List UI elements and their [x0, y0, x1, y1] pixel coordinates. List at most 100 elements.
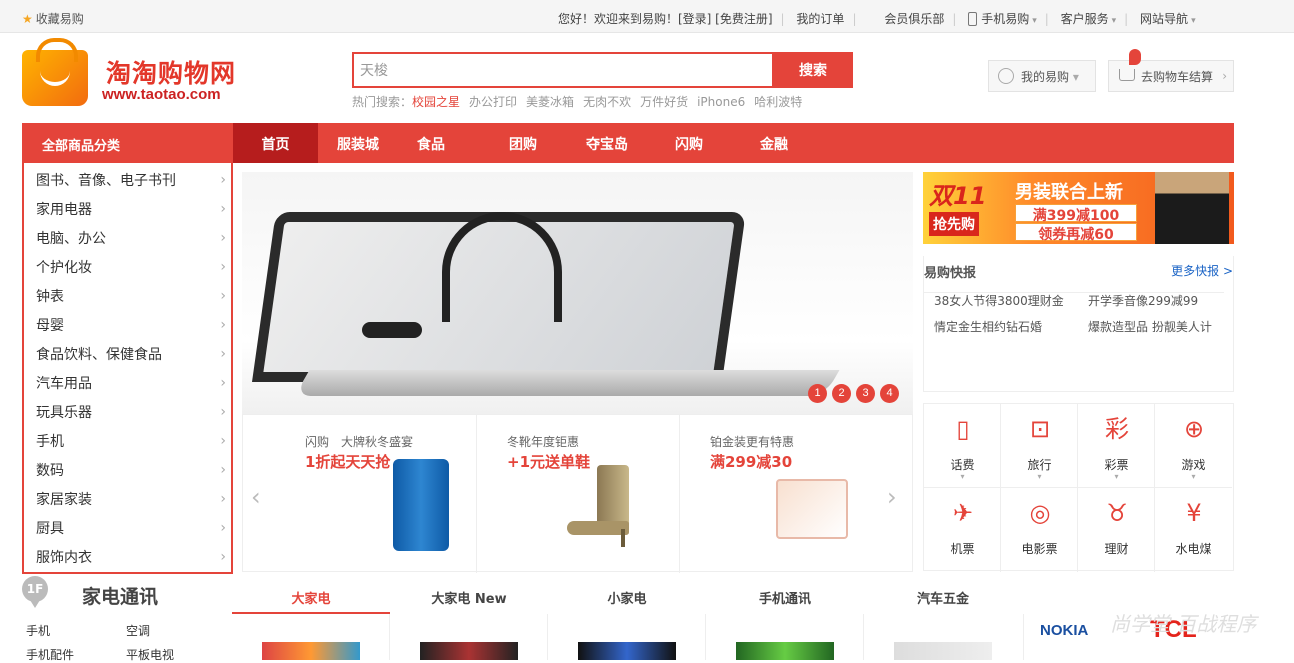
nav-item-flash-sale[interactable]: 闪购	[654, 123, 724, 163]
shopping-bag-icon	[22, 38, 88, 106]
floor-link[interactable]: 手机	[26, 622, 50, 639]
promo-card[interactable]: 铂金装更有特惠 满299减30	[680, 415, 914, 573]
more-news-link[interactable]: 更多快报 >	[1171, 262, 1233, 279]
mobile-phone-icon	[968, 12, 978, 26]
category-item[interactable]: 手机 ›	[36, 431, 226, 460]
category-item[interactable]: 钟表 ›	[36, 286, 226, 315]
floor-product[interactable]	[864, 614, 1024, 660]
hot-search-label: 热门搜索：	[352, 95, 413, 109]
chevron-down-icon: ▾	[1191, 16, 1196, 26]
tab-mobile[interactable]: 手机通讯	[706, 586, 864, 614]
nav-item-clothing[interactable]: 服装城	[318, 123, 398, 163]
customer-service-link[interactable]: 客户服务 ▾	[1061, 10, 1117, 27]
star-icon: ★	[22, 12, 33, 26]
nokia-logo[interactable]: NOKIA	[1040, 622, 1088, 639]
chevron-right-icon: ›	[220, 375, 226, 391]
promo-card[interactable]: 冬靴年度钜惠 +1元送单鞋	[477, 415, 680, 573]
news-item[interactable]: 38女人节得3800理财金	[934, 292, 1064, 309]
service-utilities[interactable]: ¥ 水电煤	[1155, 488, 1232, 572]
category-item[interactable]: 厨具 ›	[36, 518, 226, 547]
hot-search-link[interactable]: iPhone6	[697, 95, 745, 109]
category-item[interactable]: 玩具乐器 ›	[36, 402, 226, 431]
service-travel[interactable]: ⊡ 旅行 ▾	[1001, 404, 1078, 488]
mobile-link[interactable]: 手机易购 ▾	[968, 10, 1037, 27]
nav-item-food[interactable]: 食品	[398, 123, 464, 163]
tab-major-appliances-new[interactable]: 大家电 New	[390, 586, 548, 614]
promo-price: 满299减30	[710, 453, 793, 471]
service-lottery[interactable]: 彩彩票 ▾	[1078, 404, 1155, 488]
hot-search-link[interactable]: 校园之星	[412, 95, 460, 109]
banner-dot[interactable]: 3	[856, 384, 875, 403]
news-item[interactable]: 开学季音像299减99	[1088, 292, 1198, 309]
floor-product[interactable]	[232, 614, 390, 660]
cart-checkout-button[interactable]: 去购物车结算 ›	[1108, 49, 1234, 92]
search-button[interactable]: 搜索	[773, 52, 853, 88]
site-nav-link[interactable]: 网站导航 ▾	[1140, 10, 1196, 27]
hot-search-link[interactable]: 美菱冰箱	[526, 95, 574, 109]
floor-product[interactable]	[548, 614, 706, 660]
service-movie[interactable]: ◎ 电影票	[1001, 488, 1078, 572]
hot-search-link[interactable]: 万件好货	[640, 95, 688, 109]
service-flight[interactable]: ✈ 机票	[924, 488, 1001, 572]
nav-item-finance[interactable]: 金融	[739, 123, 809, 163]
search-input[interactable]	[352, 52, 774, 88]
category-item[interactable]: 家居家装 ›	[36, 489, 226, 518]
nav-item-treasure[interactable]: 夺宝岛	[572, 123, 642, 163]
service-finance[interactable]: ♉ 理财	[1078, 488, 1155, 572]
news-item[interactable]: 情定金生相约钻石婚	[934, 318, 1042, 335]
banner-dot[interactable]: 2	[832, 384, 851, 403]
floor-product[interactable]	[390, 614, 548, 660]
news-item[interactable]: 爆款造型品 扮靓美人计	[1088, 318, 1212, 335]
nav-item-group-buy[interactable]: 团购	[489, 123, 557, 163]
cart-count-badge	[1129, 49, 1141, 65]
member-club-link[interactable]: 会员俱乐部	[884, 10, 944, 27]
ad-qiang: 抢先购	[929, 212, 979, 236]
chevron-down-icon: ▾	[1111, 16, 1117, 26]
category-item[interactable]: 食品饮料、保健食品 ›	[36, 344, 226, 373]
category-item[interactable]: 电脑、办公 ›	[36, 228, 226, 257]
banner-dot[interactable]: 1	[808, 384, 827, 403]
favorite-link[interactable]: ★ 收藏易购	[22, 10, 84, 27]
banner-pagination: 1234	[808, 384, 904, 403]
nav-item-home[interactable]: 首页	[233, 123, 318, 163]
my-account-button[interactable]: 我的易购 ▾	[988, 60, 1096, 92]
promo-card[interactable]: 闪购 大牌秋冬盛宴 1折起天天抢	[243, 415, 477, 573]
double11-ad-banner[interactable]: 双11 抢先购 男装联合上新 满399减100 领券再减60	[923, 172, 1234, 244]
logo-text: 淘淘购物网	[106, 59, 237, 88]
category-item[interactable]: 服饰内衣 ›	[36, 547, 226, 576]
chevron-right-icon: ›	[220, 259, 226, 275]
category-item[interactable]: 家用电器 ›	[36, 199, 226, 228]
all-categories-button[interactable]: 全部商品分类	[22, 123, 233, 163]
banner-dot[interactable]: 4	[880, 384, 899, 403]
floor-link[interactable]: 空调	[126, 622, 150, 639]
tab-small-appliances[interactable]: 小家电	[548, 586, 706, 614]
watermark: 尚学堂 百战程序	[1110, 612, 1257, 636]
my-orders-link[interactable]: 我的订单	[796, 10, 844, 27]
category-item[interactable]: 汽车用品 ›	[36, 373, 226, 402]
tab-auto-hardware[interactable]: 汽车五金	[864, 586, 1022, 614]
service-phone[interactable]: ▯ 话费 ▾	[924, 404, 1001, 488]
floor-link[interactable]: 平板电视	[126, 646, 174, 663]
tab-major-appliances[interactable]: 大家电	[232, 586, 390, 614]
category-item[interactable]: 数码 ›	[36, 460, 226, 489]
hot-search-link[interactable]: 办公打印	[469, 95, 517, 109]
floor-tabs: 大家电 大家电 New 小家电 手机通讯 汽车五金	[232, 586, 1024, 614]
chevron-right-icon[interactable]: ›	[887, 483, 897, 511]
main-banner[interactable]: 1234	[242, 172, 913, 414]
hot-search-link[interactable]: 无肉不欢	[583, 95, 631, 109]
service-game[interactable]: ⊕ 游戏 ▾	[1155, 404, 1232, 488]
hot-search-link[interactable]: 哈利波特	[754, 95, 802, 109]
category-item[interactable]: 个护化妆 ›	[36, 257, 226, 286]
tv-image	[262, 642, 360, 660]
floor-link[interactable]: 手机配件	[26, 646, 74, 663]
category-item[interactable]: 图书、音像、电子书刊 ›	[36, 170, 226, 199]
film-reel-icon: ◎	[1029, 499, 1051, 527]
welcome-login-text[interactable]: 您好！欢迎来到易购！[登录] [免费注册]	[558, 10, 773, 27]
plane-icon: ✈	[952, 499, 974, 527]
floor-product[interactable]	[706, 614, 864, 660]
chevron-right-icon: ›	[220, 172, 226, 188]
site-logo[interactable]: 淘淘购物网 www.taotao.com	[22, 38, 292, 110]
chevron-right-icon: ›	[220, 549, 226, 565]
category-item[interactable]: 母婴 ›	[36, 315, 226, 344]
chevron-down-icon: ▾	[1072, 70, 1079, 84]
